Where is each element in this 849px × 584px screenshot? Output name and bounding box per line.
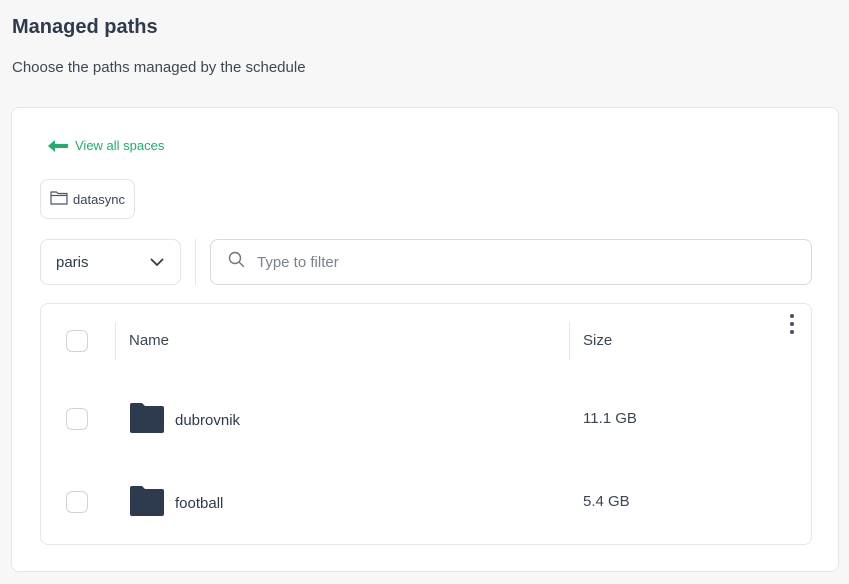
- folder-icon: [129, 402, 165, 438]
- row-size: 5.4 GB: [583, 493, 630, 510]
- view-all-spaces-label: View all spaces: [75, 138, 165, 153]
- column-separator: [569, 322, 570, 360]
- column-separator: [115, 322, 116, 360]
- page-subtitle: Choose the paths managed by the schedule: [12, 59, 306, 76]
- column-header-size[interactable]: Size: [583, 332, 612, 349]
- arrow-left-icon: [47, 139, 69, 153]
- search-icon: [228, 251, 245, 273]
- managed-paths-page: Managed paths Choose the paths managed b…: [0, 0, 849, 584]
- folder-outline-icon: [50, 190, 68, 208]
- row-name-label: dubrovnik: [175, 411, 241, 429]
- paths-card: View all spaces datasync paris Type to f…: [11, 107, 839, 572]
- page-title: Managed paths: [12, 16, 158, 38]
- view-all-spaces-link[interactable]: View all spaces: [47, 138, 164, 153]
- filter-field[interactable]: [210, 239, 812, 285]
- space-chip-label: datasync: [73, 191, 126, 207]
- space-chip[interactable]: datasync: [40, 179, 136, 219]
- row-checkbox[interactable]: [66, 491, 88, 513]
- table-row-name[interactable]: dubrovnik: [129, 402, 240, 438]
- row-size: 11.1 GB: [583, 410, 637, 427]
- row-checkbox[interactable]: [66, 408, 88, 430]
- filter-input[interactable]: [255, 252, 779, 272]
- chevron-down-icon: [150, 254, 164, 271]
- location-select[interactable]: paris: [40, 239, 181, 285]
- row-name-label: football: [175, 494, 224, 512]
- location-select-value: paris: [56, 253, 89, 271]
- folder-icon: [129, 485, 165, 521]
- select-all-checkbox[interactable]: [66, 330, 88, 352]
- table-row-name[interactable]: football: [129, 485, 223, 521]
- more-options-icon[interactable]: [782, 312, 802, 336]
- column-header-name[interactable]: Name: [129, 332, 169, 349]
- toolbar-divider: [195, 239, 196, 285]
- paths-table: Name Size dubrovnik 11.1 GB football 5.4…: [40, 303, 812, 545]
